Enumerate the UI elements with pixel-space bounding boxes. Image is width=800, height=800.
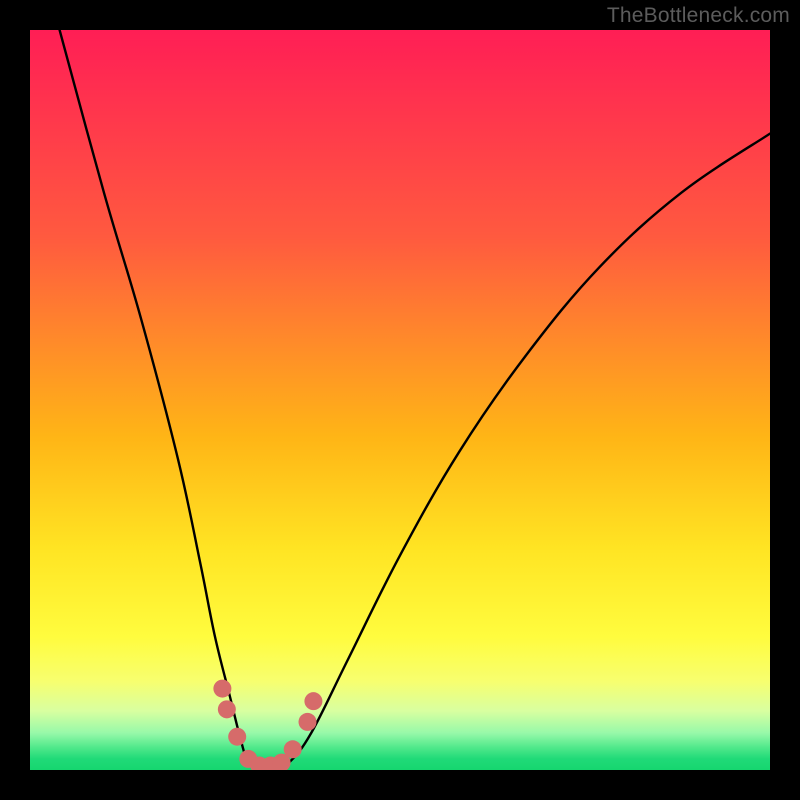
highlight-dot [304,692,322,710]
bottleneck-curve [60,30,770,770]
highlight-dot [299,713,317,731]
highlight-dot [218,700,236,718]
chart-frame: TheBottleneck.com [0,0,800,800]
plot-area [30,30,770,770]
highlight-dot [284,740,302,758]
highlight-dots [213,680,322,770]
watermark-label: TheBottleneck.com [607,4,790,28]
highlight-dot [228,728,246,746]
chart-svg [30,30,770,770]
highlight-dot [213,680,231,698]
